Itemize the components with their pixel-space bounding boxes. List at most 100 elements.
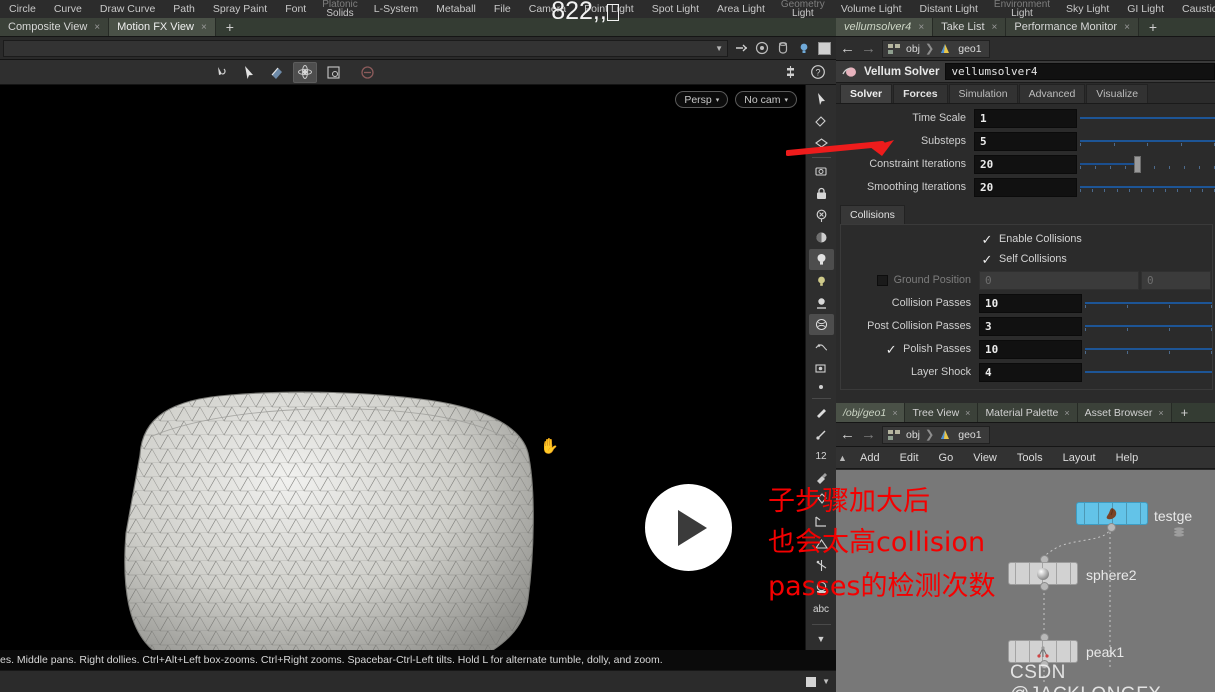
tab-performance-monitor[interactable]: Performance Monitor × — [1006, 18, 1139, 36]
tumble-tool-icon[interactable] — [209, 62, 233, 83]
shelf-item-distant-light[interactable]: Distant Light — [911, 0, 987, 18]
tab-visualize[interactable]: Visualize — [1086, 84, 1149, 103]
chevron-down-icon[interactable]: ▼ — [822, 677, 830, 686]
node-output-dot[interactable] — [1107, 523, 1116, 532]
shelf-item-path[interactable]: Path — [164, 0, 204, 18]
3d-viewport[interactable]: Persp ▾ No cam ▾ ✋ — [0, 85, 805, 650]
snap-settings-icon[interactable] — [778, 62, 802, 83]
menu-go[interactable]: Go — [929, 452, 964, 464]
shelf-item-file[interactable]: File — [485, 0, 520, 18]
slider-polish-passes[interactable] — [1085, 340, 1212, 359]
forward-arrow-icon[interactable]: → — [861, 41, 876, 56]
shelf-item-l-system[interactable]: L-System — [365, 0, 427, 18]
shelf-item-caustic-light[interactable]: Caustic Light — [1173, 0, 1215, 18]
slider-layer-shock[interactable] — [1085, 363, 1212, 382]
close-icon[interactable]: × — [1158, 408, 1163, 418]
param-input-post-collision-passes[interactable]: 3 — [979, 316, 1082, 336]
view-tool-icon[interactable] — [293, 61, 317, 83]
headlight-icon[interactable] — [808, 248, 834, 270]
path-input[interactable]: ▼ — [3, 39, 728, 57]
close-icon[interactable]: × — [992, 22, 998, 33]
add-tab-button[interactable]: + — [1138, 18, 1168, 36]
forward-arrow-icon[interactable]: → — [861, 427, 876, 442]
grid-snap-icon[interactable] — [321, 62, 345, 83]
close-icon[interactable]: × — [1064, 408, 1069, 418]
cylinder-icon[interactable] — [774, 40, 791, 57]
checkbox-row-self-collisions[interactable]: ✓ Self Collisions — [841, 249, 1212, 269]
menu-add[interactable]: Add — [850, 452, 890, 464]
tab-composite-view[interactable]: Composite View × — [0, 18, 110, 36]
shelf-item-spot-light[interactable]: Spot Light — [643, 0, 708, 18]
point-marker-icon[interactable] — [809, 424, 834, 445]
ground-position-toggle[interactable] — [876, 274, 888, 286]
tab-simulation[interactable]: Simulation — [948, 84, 1018, 103]
shelf-item-metaball[interactable]: Metaball — [427, 0, 485, 18]
shelf-item-environment-light[interactable]: Environment Light — [987, 0, 1057, 18]
tab-take-list[interactable]: Take List × — [933, 18, 1007, 36]
no-entry-icon[interactable] — [355, 62, 379, 83]
param-input-constraint-iterations[interactable]: 20 — [974, 154, 1077, 174]
close-icon[interactable]: × — [201, 22, 207, 33]
shelf-item-curve[interactable]: Curve — [45, 0, 91, 18]
display-options-icon[interactable] — [806, 676, 817, 687]
tab-forces[interactable]: Forces — [893, 84, 948, 103]
scene-light-icon[interactable] — [809, 271, 834, 292]
back-arrow-icon[interactable]: ← — [840, 41, 855, 56]
select-tool-icon[interactable] — [237, 62, 261, 83]
node-name-input[interactable]: vellumsolver4 — [945, 63, 1215, 80]
close-icon[interactable]: × — [918, 22, 924, 33]
play-overlay-button[interactable] — [645, 484, 732, 571]
handles-icon[interactable] — [809, 110, 834, 131]
view-mode-dropdown[interactable]: Persp ▾ — [675, 91, 729, 108]
pick-normal-icon[interactable] — [809, 402, 834, 423]
capture-icon[interactable] — [809, 358, 834, 379]
menu-help[interactable]: Help — [1106, 452, 1149, 464]
chevron-down-icon[interactable]: ▼ — [809, 628, 834, 649]
shelf-item-gi-light[interactable]: GI Light — [1118, 0, 1173, 18]
slider-substeps[interactable] — [1080, 132, 1215, 151]
slider-collision-passes[interactable] — [1085, 294, 1212, 313]
tab-tree-view[interactable]: Tree View × — [905, 403, 979, 422]
checkmark-icon[interactable]: ✓ — [885, 343, 897, 356]
display-panel-icon[interactable] — [816, 40, 833, 57]
tab-motion-fx-view[interactable]: Motion FX View × — [109, 18, 216, 36]
shelf-item-font[interactable]: Font — [276, 0, 315, 18]
shelf-item-draw-curve[interactable]: Draw Curve — [91, 0, 164, 18]
pin-icon[interactable] — [732, 40, 749, 57]
shelf-item-spray-paint[interactable]: Spray Paint — [204, 0, 276, 18]
close-icon[interactable]: × — [94, 22, 100, 33]
select-arrow-icon[interactable] — [809, 88, 834, 109]
add-tab-button[interactable]: + — [215, 18, 244, 36]
no-selection-icon[interactable] — [809, 205, 834, 226]
close-icon[interactable]: × — [892, 408, 897, 418]
slider-post-collision-passes[interactable] — [1085, 317, 1212, 336]
tab-asset-browser[interactable]: Asset Browser × — [1077, 403, 1172, 422]
tab-vellumsolver4[interactable]: vellumsolver4 × — [836, 18, 934, 36]
tab-solver[interactable]: Solver — [840, 84, 893, 103]
collisions-section-tab[interactable]: Collisions — [840, 205, 905, 224]
camera-dropdown[interactable]: No cam ▾ — [735, 91, 797, 108]
ghost-geometry-icon[interactable] — [809, 336, 834, 357]
bulb-icon[interactable] — [795, 40, 812, 57]
slider-constraint-iterations[interactable] — [1080, 155, 1215, 174]
shelf-item-sky-light[interactable]: Sky Light — [1057, 0, 1118, 18]
checkbox-row-enable-collisions[interactable]: ✓ Enable Collisions — [841, 229, 1212, 249]
menu-edit[interactable]: Edit — [890, 452, 929, 464]
menu-view[interactable]: View — [963, 452, 1007, 464]
material-sphere-icon[interactable] — [808, 314, 834, 336]
param-input-ground-position-y[interactable]: 0 — [1141, 270, 1211, 290]
shelf-item-volume-light[interactable]: Volume Light — [832, 0, 911, 18]
param-input-substeps[interactable]: 5 — [974, 131, 1077, 151]
node-output-dot[interactable] — [1040, 582, 1049, 591]
help-icon[interactable]: ? — [806, 62, 830, 83]
handle-tool-icon[interactable] — [265, 62, 289, 83]
close-icon[interactable]: × — [965, 408, 970, 418]
breadcrumb-path[interactable]: obj ❯ geo1 — [882, 39, 990, 58]
shelf-item-platonic-solids[interactable]: Platonic Solids — [315, 0, 365, 18]
back-arrow-icon[interactable]: ← — [840, 427, 855, 442]
tab-material-palette[interactable]: Material Palette × — [978, 403, 1078, 422]
slider-smoothing-iterations[interactable] — [1080, 178, 1215, 197]
close-icon[interactable]: × — [1124, 22, 1130, 33]
add-tab-button[interactable]: + — [1172, 403, 1198, 422]
shelf-item-geometry-light[interactable]: Geometry Light — [774, 0, 832, 18]
